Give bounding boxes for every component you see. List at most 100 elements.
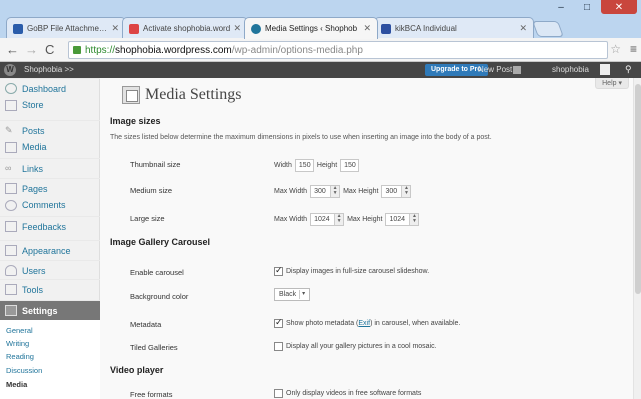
main-content: Help ▾ Media Settings Image sizes The si… [100,78,641,399]
medium-size-controls: Max Width 300 ▲ ▼ Max Height 300 ▲ ▼ [274,185,414,198]
minimize-button[interactable]: – [549,0,573,14]
maximize-button[interactable]: □ [575,0,599,14]
medium-height-input[interactable]: 300 ▲ ▼ [381,185,412,198]
thumbnail-size-label: Thumbnail size [130,160,181,169]
spinner-icon[interactable]: ▲ ▼ [409,214,419,225]
chevron-down-icon: ▾ [299,290,307,299]
metadata-row: Show photo metadata (Exif) in carousel, … [274,317,460,328]
large-size-controls: Max Width 1024 ▲ ▼ Max Height 1024 ▲ ▼ [274,213,422,226]
image-sizes-heading: Image sizes [110,116,161,126]
submenu-general[interactable]: General [6,326,33,335]
close-icon[interactable]: ✕ [233,23,241,34]
medium-size-label: Medium size [130,186,173,195]
tab-gobp[interactable]: GoBP File Attachment Ma ✕ [6,17,126,39]
free-formats-row: Only display videos in free software for… [274,389,421,398]
sidebar-item-store[interactable]: Store [0,95,100,115]
new-post-link[interactable]: New Post [478,65,512,74]
search-icon[interactable]: ⚲ [625,64,632,75]
wp-favicon-icon [13,23,23,34]
settings-submenu: General Writing Reading Discussion Media [0,320,100,399]
background-color-select[interactable]: Black ▾ [274,288,311,301]
appearance-icon [5,245,17,256]
tab-klikbca[interactable]: kikBCA Individual ✕ [374,17,534,39]
link-icon: ∞ [5,163,12,173]
wordpress-logo-icon[interactable]: W [4,64,16,76]
admin-sidebar: Dashboard Store ✎ Posts Media ∞ Links Page… [0,78,100,399]
video-player-heading: Video player [110,365,164,375]
feedback-icon [5,221,17,232]
admin-bar: W Shophobia >> Upgrade to Pro New Post s… [0,62,641,78]
help-tab[interactable]: Help ▾ [595,78,629,89]
thumbnail-width-input[interactable]: 150 [294,159,314,172]
close-window-button[interactable]: ✕ [601,0,637,14]
sidebar-item-comments[interactable]: Comments [0,195,100,215]
avatar[interactable] [600,64,610,75]
close-icon[interactable]: ✕ [519,23,527,34]
sidebar-item-users[interactable]: Users [0,260,100,280]
close-icon[interactable]: ✕ [111,23,119,34]
background-color-row: Black ▾ [274,288,311,301]
users-icon [5,265,17,276]
thumbnail-size-controls: Width 150 Height 150 [274,159,362,172]
sidebar-item-appearance[interactable]: Appearance [0,240,100,260]
enable-carousel-label: Enable carousel [130,268,184,277]
tiled-galleries-label: Tiled Galleries [130,343,178,352]
free-formats-label: Free formats [130,390,173,399]
page-title: Media Settings [145,86,242,103]
menu-icon[interactable]: ≡ [630,42,637,56]
background-color-label: Background color [130,292,189,301]
image-sizes-description: The sizes listed below determine the max… [110,134,492,141]
sidebar-item-media[interactable]: Media [0,137,100,157]
exif-link[interactable]: Exif [358,320,370,327]
sidebar-item-settings[interactable]: Settings [0,300,100,320]
settings-page-icon [122,86,140,104]
window-controls: – □ ✕ [549,0,637,14]
spinner-icon[interactable]: ▲ ▼ [330,186,340,197]
browser-window: GoBP File Attachment Ma ✕ Activate shoph… [0,0,641,399]
wordpress-icon [251,23,261,34]
tiled-galleries-row: Display all your gallery pictures in a c… [274,342,437,351]
page-scrollbar[interactable] [633,78,641,399]
submenu-reading[interactable]: Reading [6,352,34,361]
enable-carousel-checkbox[interactable] [274,265,283,276]
large-size-label: Large size [130,214,165,223]
tab-media-settings[interactable]: Media Settings ‹ Shophob ✕ [244,17,378,39]
comments-icon [5,199,17,211]
scrollbar-thumb[interactable] [635,84,641,294]
sidebar-item-feedbacks[interactable]: Feedbacks [0,216,100,236]
thumbnail-height-input[interactable]: 150 [340,159,360,172]
tab-strip: GoBP File Attachment Ma ✕ Activate shoph… [0,0,641,39]
user-menu[interactable]: shophobia [552,65,589,74]
bookmark-star-icon[interactable]: ☆ [610,42,621,56]
dashboard-icon [5,83,17,94]
settings-icon [5,305,17,316]
tools-icon [5,284,17,295]
metadata-checkbox[interactable] [274,317,283,328]
new-tab-button[interactable] [532,21,564,37]
store-icon [5,99,17,111]
pages-icon [5,183,17,194]
back-arrow-icon[interactable]: ← [6,42,19,57]
large-height-input[interactable]: 1024 ▲ ▼ [385,213,420,226]
submenu-discussion[interactable]: Discussion [6,366,42,375]
lock-icon [73,46,81,54]
free-formats-checkbox[interactable] [274,389,283,398]
reload-icon[interactable]: C [45,42,54,57]
spinner-icon[interactable]: ▲ ▼ [334,214,344,225]
spinner-icon[interactable]: ▲ ▼ [401,186,411,197]
close-icon[interactable]: ✕ [363,23,371,34]
tab-activate[interactable]: Activate shophobia.word ✕ [122,17,248,39]
notifications-icon[interactable] [513,66,521,74]
sidebar-item-links[interactable]: ∞ Links [0,158,100,178]
site-name-link[interactable]: Shophobia >> [24,65,74,74]
address-bar[interactable]: https://shophobia.wordpress.com/wp-admin… [68,41,608,59]
forward-arrow-icon[interactable]: → [25,42,38,57]
medium-width-input[interactable]: 300 ▲ ▼ [310,185,341,198]
media-icon [5,141,17,153]
submenu-media[interactable]: Media [6,380,27,389]
submenu-writing[interactable]: Writing [6,339,29,348]
tiled-galleries-checkbox[interactable] [274,342,283,351]
metadata-label: Metadata [130,320,162,329]
sidebar-item-tools[interactable]: Tools [0,279,100,299]
large-width-input[interactable]: 1024 ▲ ▼ [310,213,345,226]
